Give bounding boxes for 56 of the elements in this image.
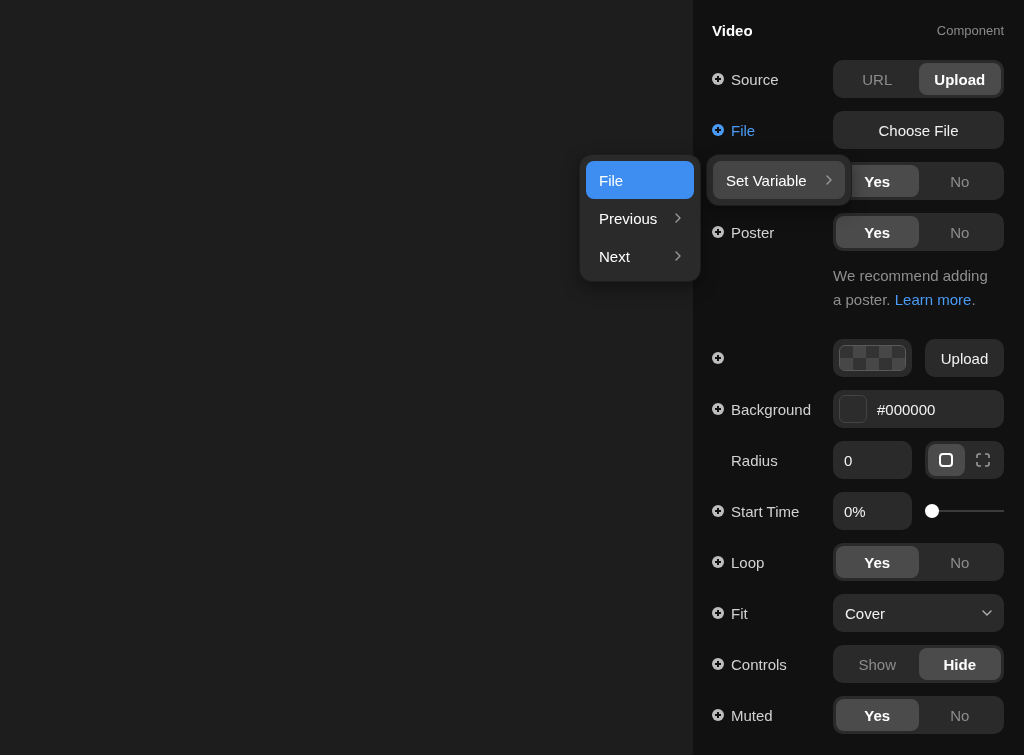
fit-dropdown[interactable]: Cover [833,594,1004,632]
segment-option[interactable]: Yes [836,216,919,248]
field-label: Loop [731,553,765,571]
segment-option[interactable]: No [918,165,1001,197]
segment-option[interactable]: Upload [918,63,1001,95]
segment-option[interactable]: URL [836,63,919,95]
plus-circle-icon[interactable] [712,226,724,238]
image-picker[interactable] [833,339,912,377]
field-label: Background [731,400,812,418]
slider-thumb[interactable] [925,504,939,518]
corners-icon [975,453,990,467]
choose-file-button[interactable]: Choose File [833,111,1004,149]
radius-input[interactable]: 0 [833,441,912,479]
field-label: Start Time [731,502,800,520]
poster-hint-text: We recommend adding a poster. Learn more. [833,266,989,310]
plus-circle-icon[interactable] [712,709,724,721]
field-label: Fit [731,604,748,622]
chevron-right-icon [675,213,681,223]
segment-option[interactable]: No [918,699,1001,731]
plus-circle-icon[interactable] [712,658,724,670]
panel-subtitle: Component [936,22,1004,38]
field-label: Source [731,70,779,88]
upload-button[interactable]: Upload [925,339,1004,377]
segment-option[interactable]: Yes [836,546,919,578]
chevron-down-icon [982,610,992,616]
segment-option[interactable]: Yes [836,699,919,731]
square-icon [939,453,954,467]
field-label: Poster [731,223,775,241]
field-label: Muted [731,706,773,724]
plus-circle-icon[interactable] [712,607,724,619]
plus-circle-icon[interactable] [712,352,724,364]
color-field[interactable]: #000000 [833,390,1004,428]
plus-circle-icon[interactable] [712,73,724,85]
segment-option[interactable]: Show [836,648,919,680]
color-swatch-icon[interactable] [839,395,867,423]
learn-more-link[interactable]: Learn more [894,291,972,308]
field-label: File [731,121,756,139]
menu-item[interactable]: Set Variable [713,161,845,199]
radius-mode-button[interactable] [928,444,965,476]
field-label: Controls [731,655,787,673]
start-time-input[interactable]: 0% [833,492,912,530]
segment-option[interactable]: No [918,546,1001,578]
field-label: Radius [731,451,778,469]
menu-item[interactable]: Previous [586,199,694,237]
chevron-right-icon [675,251,681,261]
segment-option[interactable]: Hide [918,648,1001,680]
plus-circle-icon[interactable] [712,505,724,517]
plus-circle-icon[interactable] [712,403,724,415]
checkerboard-icon [839,345,906,371]
menu-item[interactable]: Next [586,237,694,275]
chevron-right-icon [826,175,832,185]
color-value: #000000 [877,400,936,418]
plus-circle-icon[interactable] [712,124,724,136]
plus-circle-icon[interactable] [712,556,724,568]
panel-title: Video [712,21,753,39]
segment-option[interactable]: No [918,216,1001,248]
